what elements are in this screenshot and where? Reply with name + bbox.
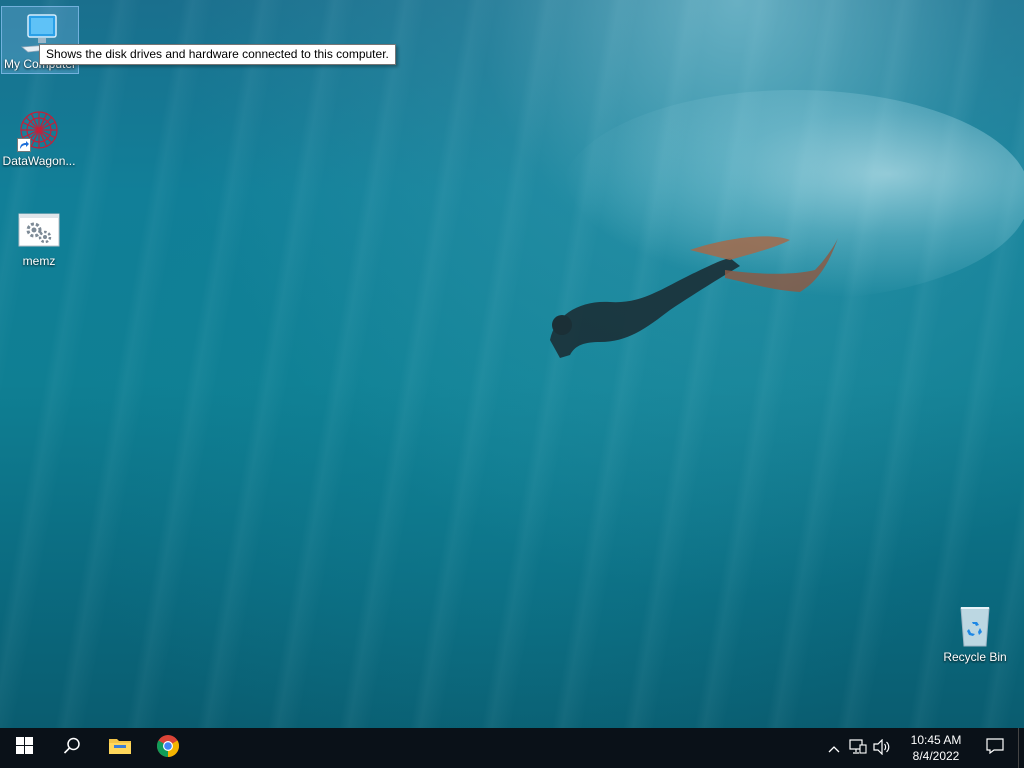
show-hidden-icons-button[interactable]	[822, 728, 846, 768]
search-button[interactable]	[48, 728, 96, 768]
swimmer-image	[550, 236, 838, 358]
recycle-bin-icon	[951, 604, 999, 648]
show-desktop-button[interactable]	[1018, 728, 1024, 768]
desktop-icon-recycle-bin[interactable]: Recycle Bin	[937, 600, 1013, 668]
action-center-button[interactable]	[972, 728, 1018, 768]
windows-logo-icon	[15, 737, 33, 759]
taskbar-chrome[interactable]	[144, 728, 192, 768]
taskbar: 10:45 AM 8/4/2022	[0, 728, 1024, 768]
light-rays	[0, 0, 1024, 730]
datawagon-icon	[15, 108, 63, 152]
desktop-wallpaper: My Computer DataWagon...	[0, 0, 1024, 768]
shortcut-arrow-icon	[17, 138, 31, 152]
desktop-icon-label: memz	[22, 254, 56, 268]
clock-time: 10:45 AM	[910, 733, 962, 747]
tooltip: Shows the disk drives and hardware conne…	[39, 44, 396, 65]
desktop-icon-label: Recycle Bin	[943, 650, 1007, 664]
clock-button[interactable]: 10:45 AM 8/4/2022	[900, 732, 972, 764]
speaker-icon	[873, 738, 891, 758]
chevron-up-icon	[828, 741, 840, 756]
desktop-icon-memz[interactable]: memz	[1, 204, 77, 270]
folder-icon	[108, 736, 132, 761]
network-button[interactable]	[846, 728, 870, 768]
start-button[interactable]	[0, 728, 48, 768]
network-icon	[849, 738, 867, 758]
taskbar-file-explorer[interactable]	[96, 728, 144, 768]
chrome-icon	[156, 734, 180, 763]
system-tray: 10:45 AM 8/4/2022	[822, 728, 1024, 768]
search-icon	[63, 737, 81, 760]
volume-button[interactable]	[870, 728, 894, 768]
action-center-icon	[986, 737, 1004, 759]
desktop-icon-label: DataWagon...	[2, 154, 76, 168]
clock-date: 8/4/2022	[912, 749, 960, 763]
desktop-icon-datawagon[interactable]: DataWagon...	[1, 104, 77, 170]
gears-icon	[15, 208, 63, 252]
